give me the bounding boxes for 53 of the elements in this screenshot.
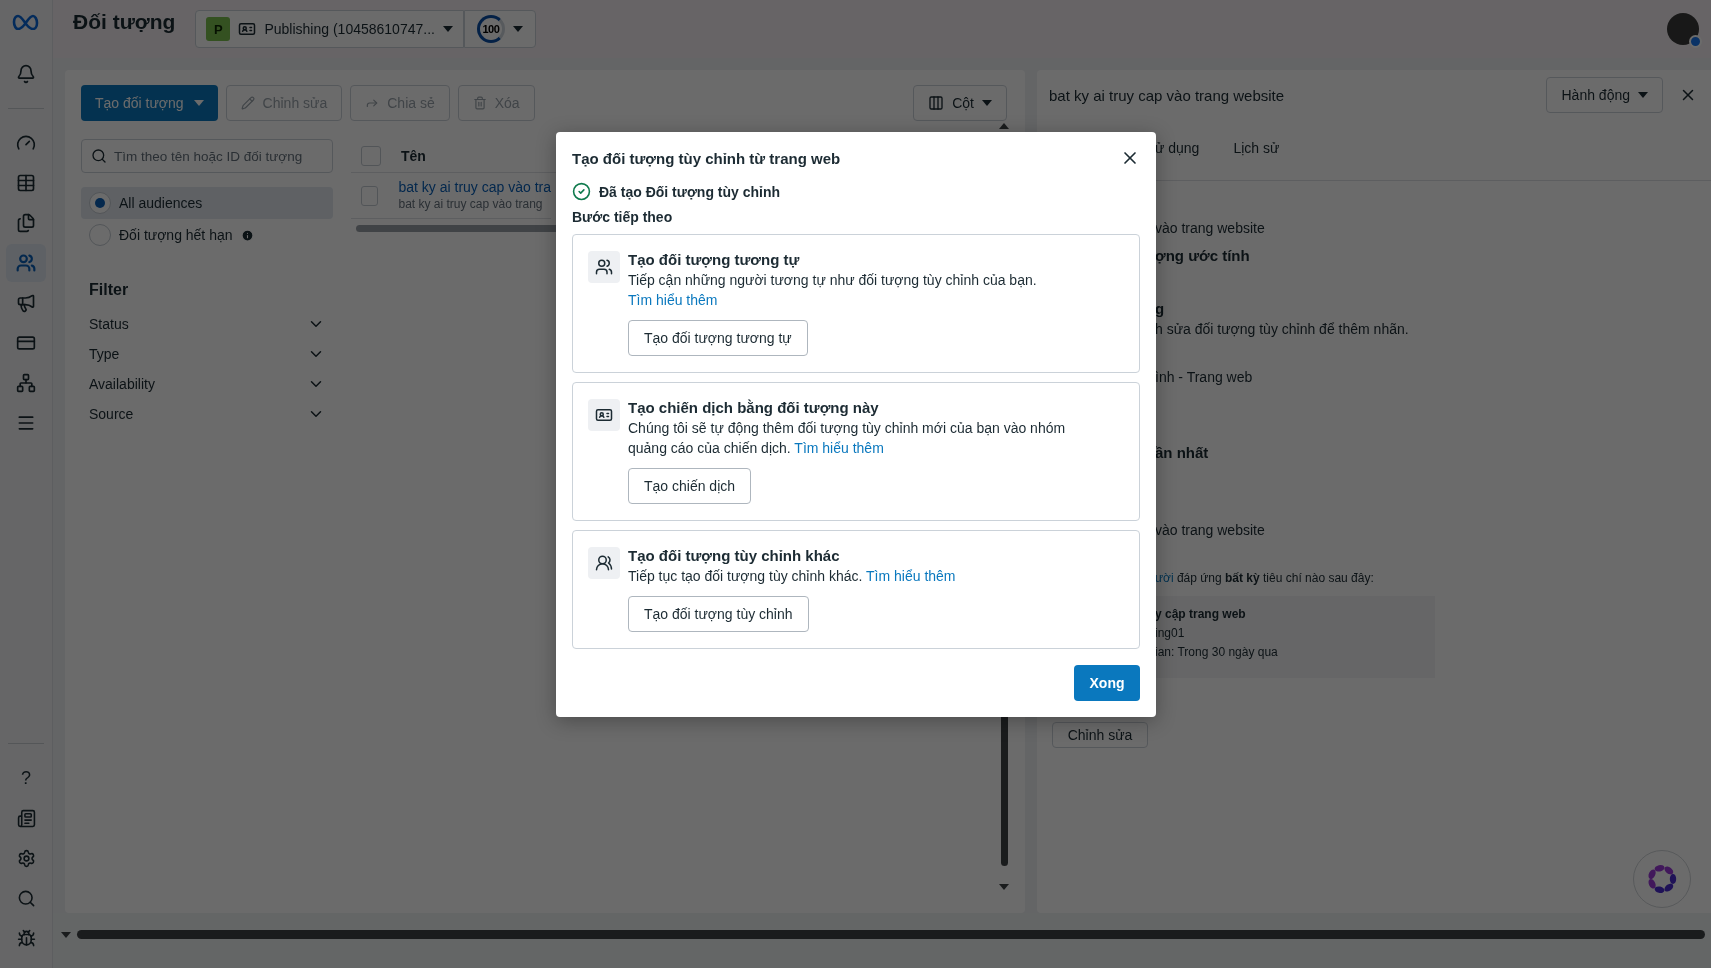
detail-value: vào trang website [1155, 219, 1266, 238]
status-text: Đã tạo Đối tượng tùy chỉnh [599, 183, 781, 200]
criteria-link[interactable]: ười [1155, 571, 1174, 585]
rule-summary-line: y cập trang web [1155, 606, 1247, 623]
detail-title: bat ky ai truy cap vào trang website [1049, 86, 1285, 104]
option-description: Tiếp cận những người tương tự như đối tượng tùy chỉnh của bạn. Tìm hiểu thêm [628, 271, 1038, 310]
learn-more-link[interactable]: Tìm hiểu thêm [794, 440, 884, 456]
criteria-text: ười đáp ứng bất kỳ tiêu chí nào sau đây: [1155, 570, 1375, 587]
filter-dropdown[interactable]: Source [81, 399, 333, 429]
option-button[interactable]: Tạo đối tượng tùy chỉnh [628, 596, 809, 632]
detail-value: h sửa đối tượng tùy chỉnh để thêm nhãn. [1155, 320, 1410, 339]
score-gauge: 100 [476, 15, 505, 43]
filter-dropdown[interactable]: Type [81, 339, 333, 369]
edit-button[interactable]: Chỉnh sửa [1052, 722, 1148, 748]
section-heading: Bước tiếp theo [572, 209, 674, 225]
dialog-title: Tạo đối tượng tùy chỉnh từ trang web [572, 149, 841, 167]
filter-dropdown[interactable]: Status [81, 309, 333, 339]
detail-value: ình - Trang web [1155, 368, 1254, 387]
filter-dropdown[interactable]: Availability [81, 369, 333, 399]
help-button[interactable]: ? [6, 759, 46, 797]
detail-label: g [1155, 299, 1166, 319]
option-description: Chúng tôi sẽ tự động thêm đối tượng tùy chỉnh mới của bạn vào nhóm quảng cáo của chiến dịch. Tìm hiểu thêm [628, 419, 1067, 458]
create-audience-button[interactable]: Tạo đối tượng [81, 85, 218, 121]
account-initial: P [206, 17, 231, 41]
account-name: Publishing (10458610747... [264, 21, 435, 37]
detail-label: ần nhất [1155, 443, 1210, 463]
actions-button[interactable]: Hành động [1546, 77, 1663, 113]
option-button[interactable]: Tạo đối tượng tương tự [628, 320, 808, 356]
detail-value: vào trang website [1155, 521, 1266, 540]
learn-more-link[interactable]: Tìm hiểu thêm [628, 292, 718, 308]
option-description: Tiếp tục tạo đối tượng tùy chỉnh khác. Tìm hiểu thêm [628, 567, 956, 586]
rule-summary-line: ing01 [1155, 625, 1186, 642]
option-title: Tạo chiến dịch bằng đối tượng này [628, 399, 879, 416]
audience-link[interactable]: bat ky ai truy cap vào tra [398, 178, 551, 196]
detail-label: ợng ước tính [1155, 246, 1251, 266]
filter-heading: Filter [89, 281, 130, 299]
account-selector[interactable]: P Publishing (10458610747... [195, 10, 464, 48]
score-selector[interactable]: 100 [463, 10, 536, 48]
rule-summary-line: ian: Trong 30 ngày qua [1155, 644, 1279, 661]
page-title: Đối tượng [73, 10, 176, 34]
option-button[interactable]: Tạo chiến dịch [628, 468, 752, 504]
search-field[interactable]: Tìm theo tên hoặc ID đối tượng [81, 139, 333, 173]
audience-subtitle: bat ky ai truy cap vào trang [398, 195, 544, 213]
option-title: Tạo đối tượng tùy chỉnh khác [628, 547, 840, 564]
columns-button[interactable]: Cột [913, 85, 1007, 121]
detail-tab[interactable]: Lịch sử [1233, 134, 1280, 162]
column-header: Tên [401, 147, 426, 164]
learn-more-link[interactable]: Tìm hiểu thêm [866, 568, 956, 584]
radio-label: Đối tượng hết hạn [119, 227, 233, 243]
detail-tab[interactable]: ử dụng [1155, 134, 1200, 162]
done-button[interactable]: Xong [1074, 665, 1140, 701]
option-title: Tạo đối tượng tương tự [628, 251, 800, 268]
radio-label: All audiences [119, 195, 203, 211]
